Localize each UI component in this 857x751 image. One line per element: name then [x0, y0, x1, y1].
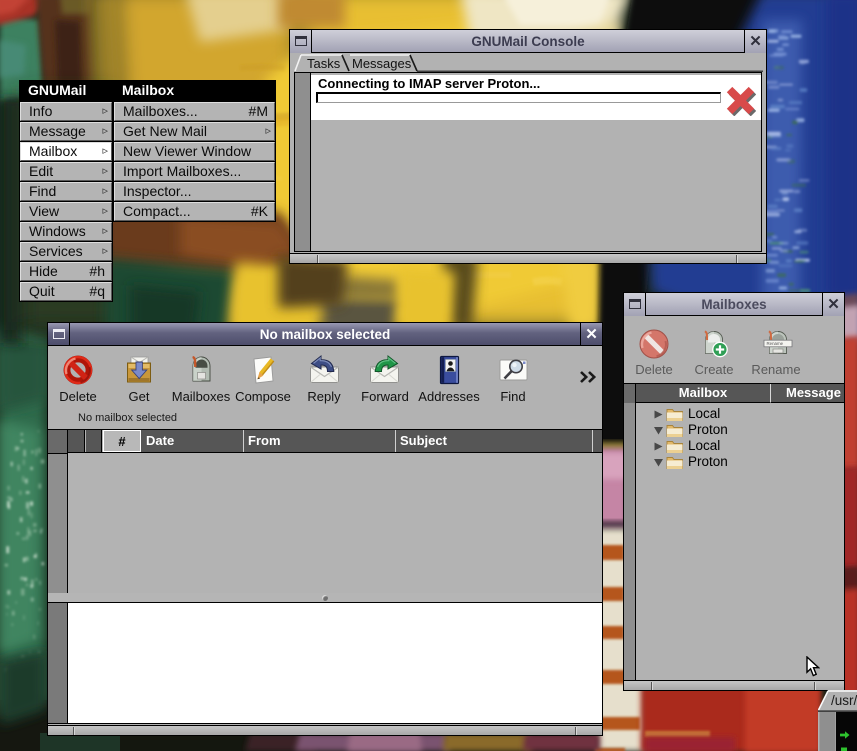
svg-text:/usr/: /usr/ — [831, 693, 857, 708]
svg-text:Rename: Rename — [767, 341, 784, 346]
